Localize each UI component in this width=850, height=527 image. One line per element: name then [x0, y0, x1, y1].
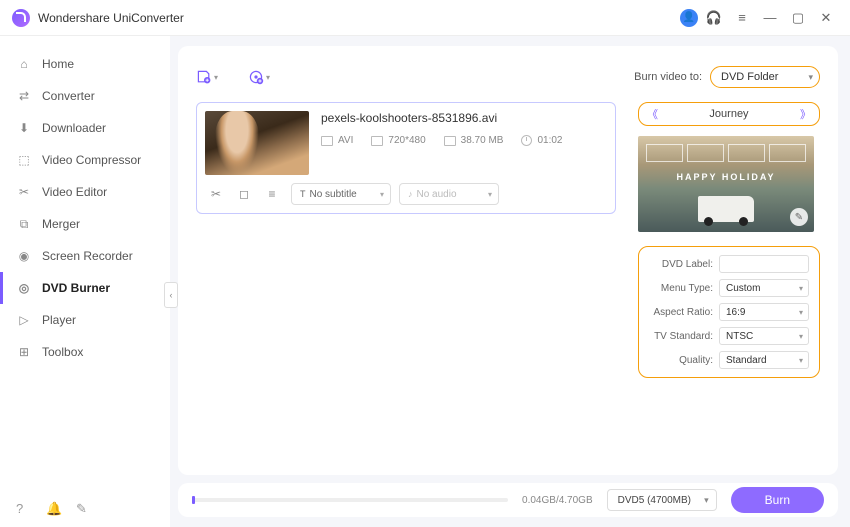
audio-select[interactable]: ♪No audio	[399, 183, 499, 205]
prev-template-button[interactable]: 《	[647, 106, 658, 122]
next-template-button[interactable]: 》	[800, 106, 811, 122]
effects-button[interactable]: ≡	[265, 187, 279, 201]
maximize-icon[interactable]: ▢	[786, 6, 810, 30]
main-panel: ▾ ▾ Burn video to: DVD Folder pexels-koo…	[178, 46, 838, 475]
template-text: HAPPY HOLIDAY	[638, 172, 814, 182]
quality-select[interactable]: Standard	[719, 351, 809, 369]
aspect-ratio-select[interactable]: 16:9	[719, 303, 809, 321]
burn-button[interactable]: Burn	[731, 487, 824, 513]
size-progress[interactable]	[192, 498, 508, 502]
aspect-ratio-label: Aspect Ratio:	[649, 307, 713, 318]
sidebar-item-label: Toolbox	[42, 345, 83, 359]
menu-icon[interactable]: ≡	[730, 6, 754, 30]
feedback-icon[interactable]: ✎	[76, 501, 92, 517]
sidebar-item-label: Video Compressor	[42, 153, 141, 167]
dvd-label-label: DVD Label:	[649, 259, 713, 270]
sidebar-item-merger[interactable]: ⧉ Merger	[0, 208, 170, 240]
dvd-label-input[interactable]	[719, 255, 809, 273]
menu-type-select[interactable]: Custom	[719, 279, 809, 297]
close-icon[interactable]: ✕	[814, 6, 838, 30]
resolution-icon	[371, 136, 383, 146]
folder-icon	[444, 136, 456, 146]
sidebar-item-downloader[interactable]: ⬇ Downloader	[0, 112, 170, 144]
file-name: pexels-koolshooters-8531896.avi	[321, 111, 607, 125]
menu-type-label: Menu Type:	[649, 283, 713, 294]
compress-icon: ⬚	[16, 152, 32, 168]
sidebar-item-label: Screen Recorder	[42, 249, 133, 263]
sidebar-item-label: Video Editor	[42, 185, 107, 199]
sidebar-item-compressor[interactable]: ⬚ Video Compressor	[0, 144, 170, 176]
sidebar-item-home[interactable]: ⌂ Home	[0, 48, 170, 80]
sidebar-item-converter[interactable]: ⇄ Converter	[0, 80, 170, 112]
disc-type-select[interactable]: DVD5 (4700MB)	[607, 489, 717, 511]
format-icon	[321, 136, 333, 146]
video-thumbnail[interactable]	[205, 111, 309, 175]
clock-icon	[521, 135, 532, 146]
sidebar-item-label: Home	[42, 57, 74, 71]
subtitle-icon: T	[300, 189, 306, 199]
bottom-bar: 0.04GB/4.70GB DVD5 (4700MB) Burn	[178, 483, 838, 517]
sidebar-item-toolbox[interactable]: ⊞ Toolbox	[0, 336, 170, 368]
sidebar: ⌂ Home ⇄ Converter ⬇ Downloader ⬚ Video Comp…	[0, 36, 170, 527]
help-icon[interactable]: ?	[16, 501, 32, 517]
sidebar-item-label: Player	[42, 313, 76, 327]
burn-to-select[interactable]: DVD Folder	[710, 66, 820, 88]
add-file-button[interactable]: ▾	[196, 66, 218, 88]
minimize-icon[interactable]: —	[758, 6, 782, 30]
converter-icon: ⇄	[16, 88, 32, 104]
file-size: 38.70 MB	[444, 135, 504, 146]
subtitle-select[interactable]: TNo subtitle	[291, 183, 391, 205]
tv-standard-label: TV Standard:	[649, 331, 713, 342]
user-icon[interactable]: 👤	[680, 9, 698, 27]
titlebar: Wondershare UniConverter 👤 🎧 ≡ — ▢ ✕	[0, 0, 850, 36]
template-nav: 《 Journey 》	[638, 102, 820, 126]
sidebar-item-editor[interactable]: ✂ Video Editor	[0, 176, 170, 208]
edit-template-button[interactable]: ✎	[790, 208, 808, 226]
sidebar-footer: ? 🔔 ✎	[0, 491, 170, 527]
template-name: Journey	[709, 108, 748, 120]
sidebar-item-dvd-burner[interactable]: ◎ DVD Burner	[0, 272, 170, 304]
template-preview[interactable]: HAPPY HOLIDAY ✎	[638, 136, 814, 232]
crop-button[interactable]: ◻	[237, 187, 251, 201]
home-icon: ⌂	[16, 56, 32, 72]
file-duration: 01:02	[521, 135, 562, 146]
dvd-settings: DVD Label: Menu Type: Custom Aspect Ratio…	[638, 246, 820, 378]
size-text: 0.04GB/4.70GB	[522, 495, 593, 506]
scissors-icon: ✂	[16, 184, 32, 200]
load-dvd-button[interactable]: ▾	[248, 66, 270, 88]
burn-to-label: Burn video to:	[634, 71, 702, 83]
merge-icon: ⧉	[16, 216, 32, 232]
sidebar-collapse-button[interactable]: ‹	[164, 282, 178, 308]
record-icon: ◉	[16, 248, 32, 264]
sidebar-item-label: Downloader	[42, 121, 106, 135]
tv-standard-select[interactable]: NTSC	[719, 327, 809, 345]
file-card: pexels-koolshooters-8531896.avi AVI 720*…	[196, 102, 616, 214]
app-logo	[12, 9, 30, 27]
file-format: AVI	[321, 135, 353, 146]
grid-icon: ⊞	[16, 344, 32, 360]
toolbar: ▾ ▾ Burn video to: DVD Folder	[196, 60, 820, 94]
app-title: Wondershare UniConverter	[38, 11, 184, 25]
download-icon: ⬇	[16, 120, 32, 136]
sidebar-item-label: Merger	[42, 217, 80, 231]
sidebar-item-label: DVD Burner	[42, 281, 110, 295]
quality-label: Quality:	[649, 355, 713, 366]
file-resolution: 720*480	[371, 135, 425, 146]
burn-to-section: Burn video to: DVD Folder	[634, 66, 820, 88]
chevron-down-icon: ▾	[214, 73, 218, 82]
audio-icon: ♪	[408, 189, 413, 199]
disc-icon: ◎	[16, 280, 32, 296]
play-icon: ▷	[16, 312, 32, 328]
chevron-down-icon: ▾	[266, 73, 270, 82]
sidebar-item-player[interactable]: ▷ Player	[0, 304, 170, 336]
bell-icon[interactable]: 🔔	[46, 501, 62, 517]
trim-button[interactable]: ✂	[209, 187, 223, 201]
sidebar-item-label: Converter	[42, 89, 95, 103]
headset-icon[interactable]: 🎧	[702, 6, 726, 30]
sidebar-item-recorder[interactable]: ◉ Screen Recorder	[0, 240, 170, 272]
